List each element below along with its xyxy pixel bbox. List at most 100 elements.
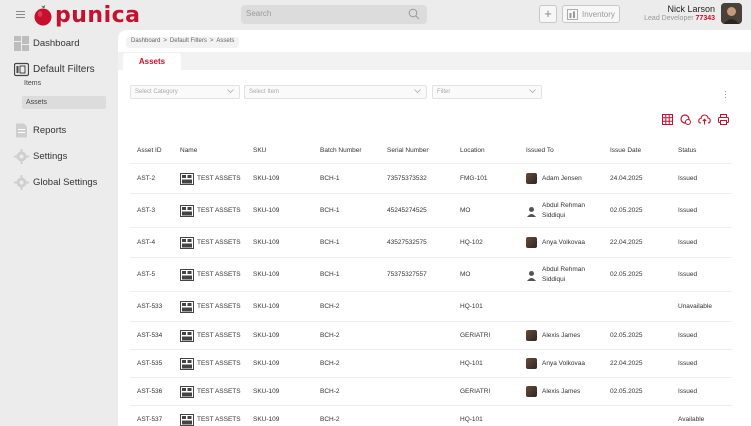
id-card-icon bbox=[14, 62, 29, 77]
category-select-placeholder: Select Category bbox=[135, 89, 178, 95]
cell-batch-number: BCH-1 bbox=[320, 271, 340, 278]
cell-asset-id: AST-536 bbox=[137, 388, 163, 395]
sidebar-item-reports[interactable]: Reports bbox=[14, 123, 66, 138]
table-row[interactable]: AST-5 TEST ASSETS SKU-109 BCH-1 75375327557 M… bbox=[130, 258, 732, 292]
table-row[interactable]: AST-535 TEST ASSETS SKU-109 BCH-2 HQ-101 Anya… bbox=[130, 350, 732, 378]
column-header-name[interactable]: Name bbox=[180, 147, 197, 154]
logo[interactable]: punica bbox=[32, 2, 141, 28]
user-name: Nick Larson bbox=[667, 4, 715, 14]
print-icon[interactable] bbox=[718, 114, 729, 125]
cell-issue-date: 22.04.2025 bbox=[610, 360, 643, 367]
cell-batch-number: BCH-2 bbox=[320, 332, 340, 339]
table-row[interactable]: AST-4 TEST ASSETS SKU-109 BCH-1 43527532575 H… bbox=[130, 228, 732, 258]
person-avatar bbox=[526, 358, 537, 369]
asset-icon bbox=[180, 386, 194, 398]
menu-icon[interactable] bbox=[16, 11, 25, 18]
cell-asset-id: AST-533 bbox=[137, 303, 163, 310]
sidebar-item-dashboard[interactable]: Dashboard bbox=[14, 36, 79, 51]
user-placeholder-icon bbox=[527, 207, 536, 217]
cell-serial-number: 43527532575 bbox=[387, 239, 427, 246]
person-avatar bbox=[526, 237, 537, 248]
main-panel: Dashboard > Default Filters > Assets Ass… bbox=[118, 30, 751, 426]
filter-select[interactable]: Filter bbox=[432, 85, 542, 99]
cell-status: Issued bbox=[678, 388, 698, 395]
column-header-batch-number[interactable]: Batch Number bbox=[320, 147, 362, 154]
column-header-issued-to[interactable]: Issued To bbox=[526, 147, 554, 154]
table-row[interactable]: AST-537 TEST ASSETS SKU-109 BCH-2 HQ-101 Avai… bbox=[130, 406, 732, 426]
cell-asset-id: AST-534 bbox=[137, 332, 163, 339]
cell-serial-number: 45245274525 bbox=[387, 207, 427, 214]
sidebar-item-label: Global Settings bbox=[33, 177, 98, 188]
cell-location: MO bbox=[460, 271, 471, 278]
user-avatar[interactable] bbox=[721, 3, 742, 24]
cell-sku: SKU-109 bbox=[253, 239, 280, 246]
column-header-asset-id[interactable]: Asset ID bbox=[137, 147, 162, 154]
grid-view-icon[interactable] bbox=[662, 114, 673, 125]
cell-location: HQ-101 bbox=[460, 303, 483, 310]
cell-location: GERIATRI bbox=[460, 332, 491, 339]
filter-select-placeholder: Filter bbox=[437, 89, 451, 95]
table-row[interactable]: AST-533 TEST ASSETS SKU-109 BCH-2 HQ-101 Unav… bbox=[130, 292, 732, 322]
chevron-down-icon bbox=[529, 89, 536, 94]
column-header-serial-number[interactable]: Serial Number bbox=[387, 147, 429, 154]
cell-status: Issued bbox=[678, 332, 698, 339]
cell-name: TEST ASSETS bbox=[197, 175, 241, 182]
search-icon[interactable] bbox=[408, 8, 420, 20]
cell-issued-to: Anya Volkovaa bbox=[542, 360, 586, 367]
cell-name: TEST ASSETS bbox=[197, 360, 241, 367]
sidebar-item-settings[interactable]: Settings bbox=[14, 149, 67, 164]
column-header-location[interactable]: Location bbox=[460, 147, 485, 154]
column-header-sku[interactable]: SKU bbox=[253, 147, 266, 154]
cell-issued-to: Alexis James bbox=[542, 388, 581, 395]
user-id: 77343 bbox=[695, 15, 715, 22]
sidebar-item-default-filters[interactable]: Default Filters bbox=[14, 62, 95, 77]
tab-assets[interactable]: Assets bbox=[123, 53, 181, 70]
table-row[interactable]: AST-536 TEST ASSETS SKU-109 BCH-2 GERIATRI Al… bbox=[130, 378, 732, 406]
cell-status: Issued bbox=[678, 175, 698, 182]
chevron-down-icon bbox=[414, 89, 421, 94]
add-button[interactable]: + bbox=[539, 5, 557, 23]
cloud-upload-icon[interactable] bbox=[698, 114, 711, 125]
cell-issue-date: 02.05.2025 bbox=[610, 271, 643, 278]
gear-icon bbox=[14, 175, 29, 190]
assets-table: Asset ID Name SKU Batch Number Serial Nu… bbox=[130, 138, 732, 426]
table-row[interactable]: AST-3 TEST ASSETS SKU-109 BCH-1 45245274525 M… bbox=[130, 194, 732, 228]
sidebar-item-label: Default Filters bbox=[33, 64, 95, 75]
user-role: Lead Developer 77343 bbox=[644, 15, 715, 22]
table-row[interactable]: AST-2 TEST ASSETS SKU-109 BCH-1 73575373532 F… bbox=[130, 164, 732, 194]
column-header-status[interactable]: Status bbox=[678, 147, 696, 154]
sidebar-item-label: Settings bbox=[33, 151, 68, 162]
cell-batch-number: BCH-1 bbox=[320, 239, 340, 246]
cell-status: Issued bbox=[678, 271, 698, 278]
sidebar-item-global-settings[interactable]: Global Settings bbox=[14, 175, 97, 190]
cell-name: TEST ASSETS bbox=[197, 239, 241, 246]
cell-status: Available bbox=[678, 416, 705, 423]
sidebar-subitem-items[interactable]: Items bbox=[24, 80, 41, 87]
sidebar-item-label: Dashboard bbox=[33, 38, 80, 49]
cell-name: TEST ASSETS bbox=[197, 271, 241, 278]
add-column-icon[interactable] bbox=[680, 114, 691, 125]
breadcrumb-assets: Assets bbox=[216, 38, 235, 44]
breadcrumb-dashboard[interactable]: Dashboard bbox=[131, 38, 160, 47]
cell-batch-number: BCH-1 bbox=[320, 207, 340, 214]
cell-sku: SKU-109 bbox=[253, 416, 280, 423]
gear-icon bbox=[14, 149, 29, 164]
sidebar-subitem-assets[interactable]: Assets bbox=[22, 96, 106, 109]
more-options-icon[interactable]: · · · bbox=[724, 88, 727, 102]
breadcrumb-default-filters[interactable]: Default Filters bbox=[170, 38, 207, 47]
cell-issue-date: 02.05.2025 bbox=[610, 207, 643, 214]
inventory-button[interactable]: Inventory bbox=[562, 5, 620, 23]
cell-issue-date: 02.05.2025 bbox=[610, 332, 643, 339]
inventory-icon bbox=[567, 9, 578, 20]
cell-issued-to: Abdul Rehman Siddiqui bbox=[542, 202, 585, 219]
column-header-issue-date[interactable]: Issue Date bbox=[610, 147, 641, 154]
cell-issued-to: Anya Volkovaa bbox=[542, 239, 586, 246]
category-select[interactable]: Select Category bbox=[130, 85, 240, 99]
plus-icon: + bbox=[544, 6, 552, 21]
table-row[interactable]: AST-534 TEST ASSETS SKU-109 BCH-2 GERIATRI Al… bbox=[130, 322, 732, 350]
search-input[interactable]: Search bbox=[241, 5, 427, 24]
breadcrumb-separator: > bbox=[163, 38, 167, 44]
item-select[interactable]: Select Item bbox=[244, 85, 427, 99]
cell-status: Issued bbox=[678, 360, 698, 367]
document-icon bbox=[16, 123, 27, 138]
